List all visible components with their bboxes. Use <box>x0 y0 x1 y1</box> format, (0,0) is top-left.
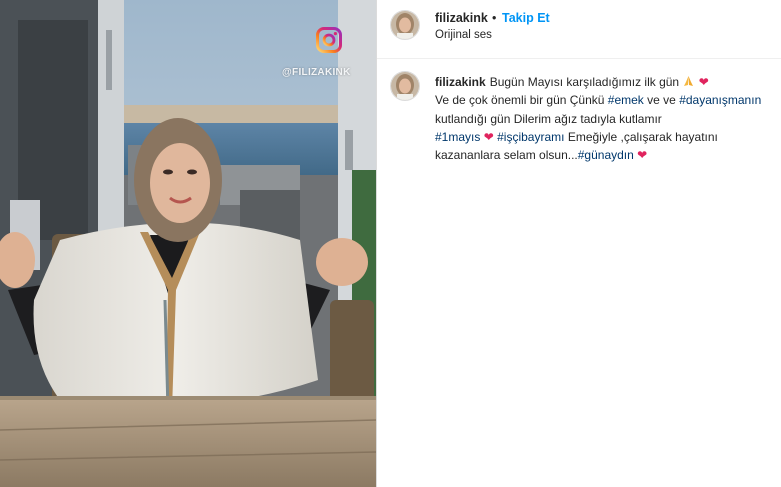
caption-line-4: #1mayıs ❤ #işçibayramı Emeğiyle ,çalışar… <box>435 128 781 146</box>
post-side-panel: filizakink • Takip Et Orijinal ses filiz… <box>377 0 781 487</box>
avatar[interactable] <box>390 10 420 40</box>
follow-button[interactable]: Takip Et <box>502 11 550 25</box>
pray-emoji-icon <box>684 76 694 86</box>
hashtag-link[interactable]: #1mayıs <box>435 130 480 144</box>
heart-icon: ❤ <box>698 75 709 89</box>
caption-text: kazananlara selam olsun... <box>435 148 578 163</box>
separator-dot: • <box>492 11 497 25</box>
caption-line-1: filizakink Bugün Mayısı karşıladığımız il… <box>435 73 781 91</box>
caption-username[interactable]: filizakink <box>435 75 486 89</box>
hashtag-link[interactable]: #günaydın <box>578 148 634 162</box>
instagram-icon <box>316 27 342 53</box>
caption-text: ve ve <box>647 93 676 108</box>
hashtag-link[interactable]: #işçibayramı <box>497 130 564 144</box>
hashtag-link[interactable]: #dayanışmanın <box>679 93 761 107</box>
caption-avatar[interactable] <box>390 71 420 101</box>
original-audio-link[interactable]: Orijinal ses <box>435 29 492 41</box>
caption-text: Ve de çok önemli bir gün Çünkü <box>435 93 605 108</box>
media-watermark: @FILIZAKINK <box>282 67 351 78</box>
caption-line-5: kazananlara selam olsun...#günaydın ❤ <box>435 146 781 164</box>
post-caption: filizakink Bugün Mayısı karşıladığımız il… <box>435 73 781 164</box>
heart-icon: ❤ <box>483 129 494 144</box>
caption-text: Emeğiyle ,çalışarak hayatını <box>567 129 718 144</box>
caption-text: kutlandığı gün Dilerim ağız tadıyla kutl… <box>435 111 662 126</box>
post-author-username[interactable]: filizakink <box>435 11 488 25</box>
caption-line-2: Ve de çok önemli bir gün Çünkü #emek ve … <box>435 91 781 109</box>
heart-icon: ❤ <box>637 148 648 163</box>
post-media[interactable]: @FILIZAKINK <box>0 0 376 487</box>
post-header: filizakink • Takip Et Orijinal ses <box>377 0 781 59</box>
caption-line-3: kutlandığı gün Dilerim ağız tadıyla kutl… <box>435 110 781 128</box>
hashtag-link[interactable]: #emek <box>608 93 644 107</box>
caption-text: Bugün Mayısı karşıladığımız ilk gün <box>489 75 680 89</box>
